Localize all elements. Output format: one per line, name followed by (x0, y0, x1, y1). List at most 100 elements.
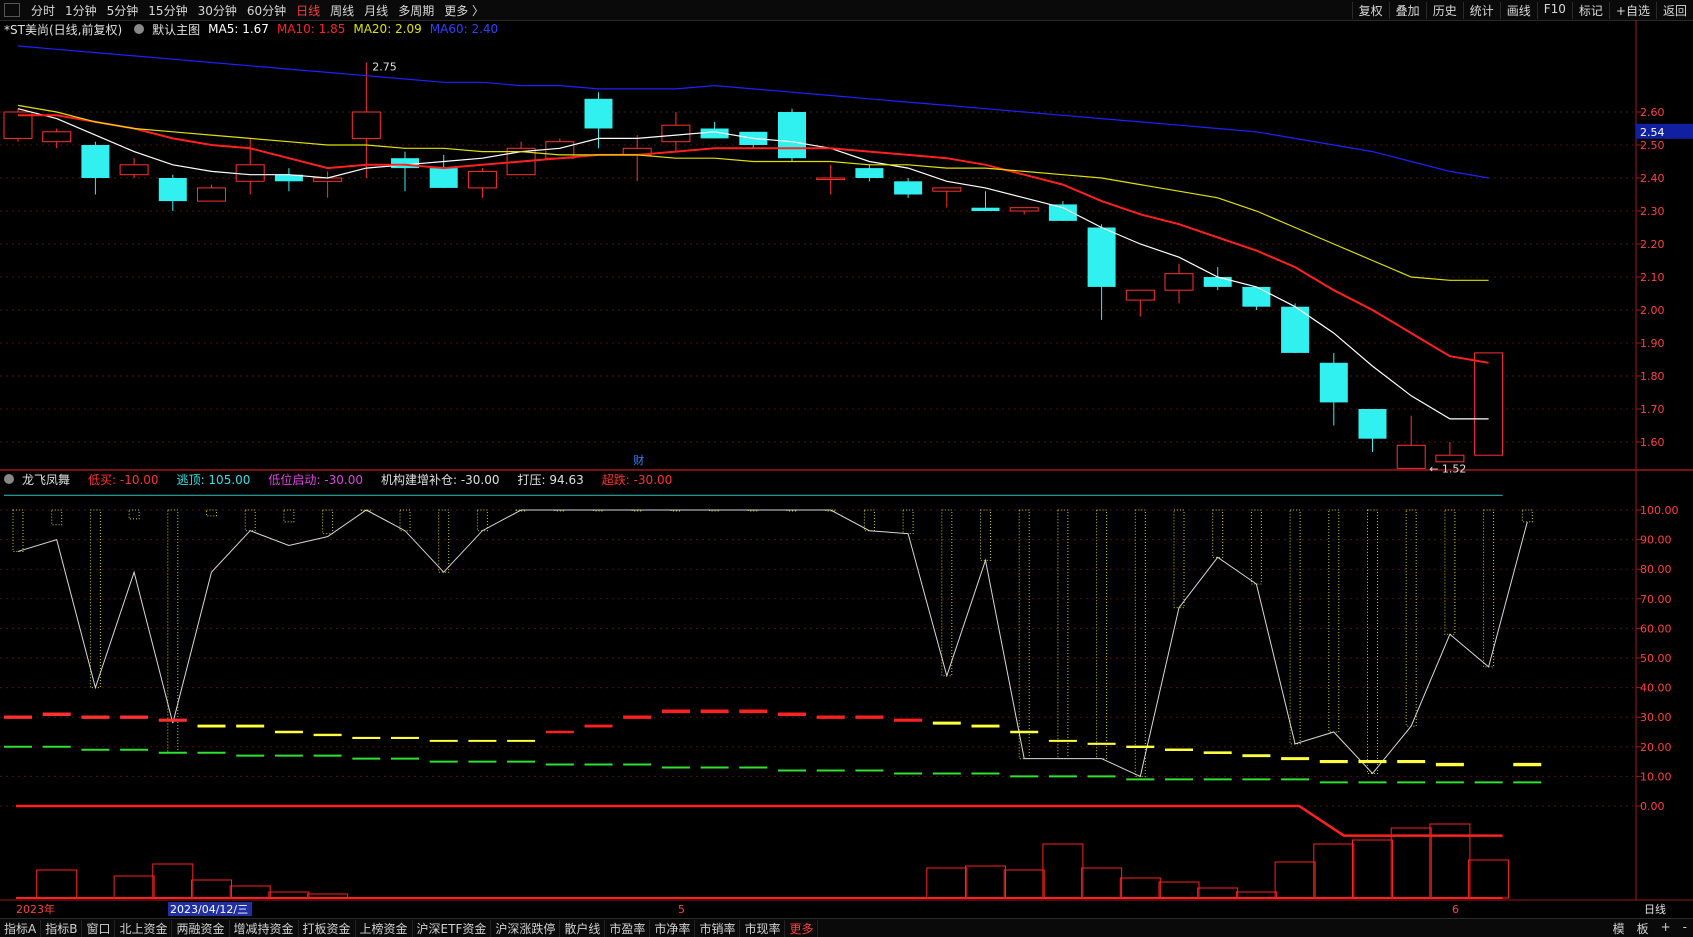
chart-canvas[interactable]: 2.60 2.50 2.40 2.30 2.20 2.10 2.00 1.90 1.80 1.70… (0, 20, 1693, 918)
date-label: 6 (1452, 903, 1459, 916)
tool-button[interactable]: +自选 (1608, 1, 1656, 19)
period-tabs: 分时 1分钟 5分钟 15分钟 30分钟 60分钟 日线 周线 月线 多周期 更多 〉 (26, 2, 489, 19)
indicator-bar (1057, 509, 1069, 760)
tool-button[interactable]: 复权 (1351, 1, 1389, 19)
indicator-bar (1096, 509, 1108, 760)
candle (932, 187, 962, 192)
indicator-tab[interactable]: 市销率 (695, 919, 741, 937)
indicator-tab[interactable]: 两融资金 (172, 919, 230, 937)
indicator-tabbar: 指标A 指标B 窗口 北上资金 两融资金 增减持资金 打板资金 上榜资金 沪深ETF资金 沪深涨跌… (0, 918, 1693, 937)
indicator-tab[interactable]: 沪深涨跌停 (491, 919, 561, 937)
period-tab[interactable]: 1分钟 (60, 2, 102, 19)
window-icon[interactable] (4, 3, 20, 17)
panel-button[interactable]: 模 (1607, 920, 1631, 937)
tool-button[interactable]: 标记 (1571, 1, 1609, 19)
volume-box (1003, 869, 1045, 899)
candle (894, 181, 923, 195)
indicator-tabs: 指标A 指标B 窗口 北上资金 两融资金 增减持资金 打板资金 上榜资金 沪深ETF资金 沪深涨跌… (0, 919, 819, 937)
candle (1203, 277, 1232, 287)
indicator-tab[interactable]: 窗口 (82, 919, 116, 937)
y-tick-label: 2.10 (1640, 271, 1665, 284)
indicator-tab[interactable]: 上榜资金 (356, 919, 413, 937)
candle (235, 164, 265, 182)
signal-step-line (16, 804, 1503, 837)
indicator-bar (244, 509, 256, 532)
volume-box (1352, 839, 1393, 899)
panel-button[interactable]: + (1655, 920, 1677, 937)
indicator-tab[interactable]: 沪深ETF资金 (413, 919, 492, 937)
indicator-tab[interactable]: 指标B (41, 919, 83, 937)
cursor-date-label: 2023/04/12/三 (170, 903, 248, 916)
indicator-tab[interactable]: 增减持资金 (230, 919, 299, 937)
candle (971, 207, 1000, 211)
candle (158, 178, 187, 202)
y-tick-label: 1.90 (1640, 337, 1665, 350)
y-tick-label: 2.60 (1640, 106, 1665, 119)
tool-button[interactable]: 叠加 (1388, 1, 1426, 19)
indicator-bar (941, 509, 953, 677)
y-tick-label: 30.00 (1640, 711, 1672, 724)
period-toolbar: 分时 1分钟 5分钟 15分钟 30分钟 60分钟 日线 周线 月线 多周期 更多 〉 复权 叠加 历史… (0, 0, 1693, 21)
indicator-tab[interactable]: 更多 (785, 919, 819, 937)
candle (429, 168, 458, 188)
candle (816, 177, 846, 180)
period-tab[interactable]: 多周期 (393, 2, 439, 19)
panel-button[interactable]: - (1677, 920, 1693, 937)
indicator-bar (1212, 509, 1224, 558)
period-tab[interactable]: 15分钟 (143, 2, 192, 19)
panel-button[interactable]: 板 (1631, 920, 1655, 937)
tool-button[interactable]: 画线 (1499, 1, 1537, 19)
y-tick-label: 100.00 (1640, 504, 1679, 517)
candle (855, 168, 884, 178)
candle (119, 164, 149, 176)
period-tab[interactable]: 周线 (325, 2, 359, 19)
y-tick-label: 1.70 (1640, 403, 1665, 416)
candle (197, 187, 226, 202)
indicator-bar (1289, 509, 1301, 745)
period-tab[interactable]: 日线 (291, 2, 325, 19)
period-tab[interactable]: 分时 (26, 2, 60, 19)
volume-box (1197, 887, 1239, 899)
volume-box (1390, 827, 1432, 899)
tool-button[interactable]: 统计 (1462, 1, 1500, 19)
volume-box (113, 875, 155, 899)
y-tick-label: 90.00 (1640, 534, 1672, 547)
indicator-tab[interactable]: 市现率 (740, 919, 786, 937)
indicator-tab[interactable]: 打板资金 (299, 919, 356, 937)
period-tab[interactable]: 月线 (359, 2, 393, 19)
indicator-bar (1173, 509, 1185, 609)
indicator-bar (438, 509, 450, 573)
indicator-bar (980, 509, 991, 561)
y-tick-label: 40.00 (1640, 682, 1672, 695)
candle (545, 141, 575, 159)
y-tick-label: 1.80 (1640, 370, 1665, 383)
tool-button[interactable]: 历史 (1425, 1, 1463, 19)
candle (351, 111, 381, 139)
indicator-tab[interactable]: 北上资金 (115, 919, 173, 937)
volume-box (152, 863, 194, 899)
period-tab[interactable]: 30分钟 (193, 2, 242, 19)
indicator-bar (1328, 509, 1340, 733)
indicator-bar (206, 509, 217, 517)
indicator-bar (1483, 509, 1495, 668)
indicator-tab[interactable]: 指标A (0, 919, 42, 937)
tool-button[interactable]: F10 (1536, 1, 1572, 19)
volume-box (965, 865, 1006, 899)
tool-buttons: 复权 叠加 历史 统计 画线 F10 标记 +自选 返回 (1351, 1, 1693, 19)
y-tick-label: 1.60 (1640, 436, 1665, 449)
period-tab[interactable]: 更多 〉 (439, 2, 489, 19)
y-tick-label: 10.00 (1640, 770, 1672, 783)
ma-line-ma10 (18, 114, 1489, 364)
indicator-tab[interactable]: 市盈率 (605, 919, 651, 937)
candle (1087, 227, 1116, 287)
indicator-tab[interactable]: 市净率 (650, 919, 696, 937)
indicator-tab[interactable]: 散户线 (560, 919, 606, 937)
period-tab[interactable]: 5分钟 (102, 2, 144, 19)
indicator-bar (283, 509, 295, 523)
tool-button[interactable]: 返回 (1655, 1, 1693, 19)
volume-box (1081, 867, 1123, 899)
candle (778, 112, 806, 159)
y-tick-label: 2.20 (1640, 238, 1665, 251)
date-label: 5 (678, 903, 685, 916)
period-tab[interactable]: 60分钟 (242, 2, 291, 19)
